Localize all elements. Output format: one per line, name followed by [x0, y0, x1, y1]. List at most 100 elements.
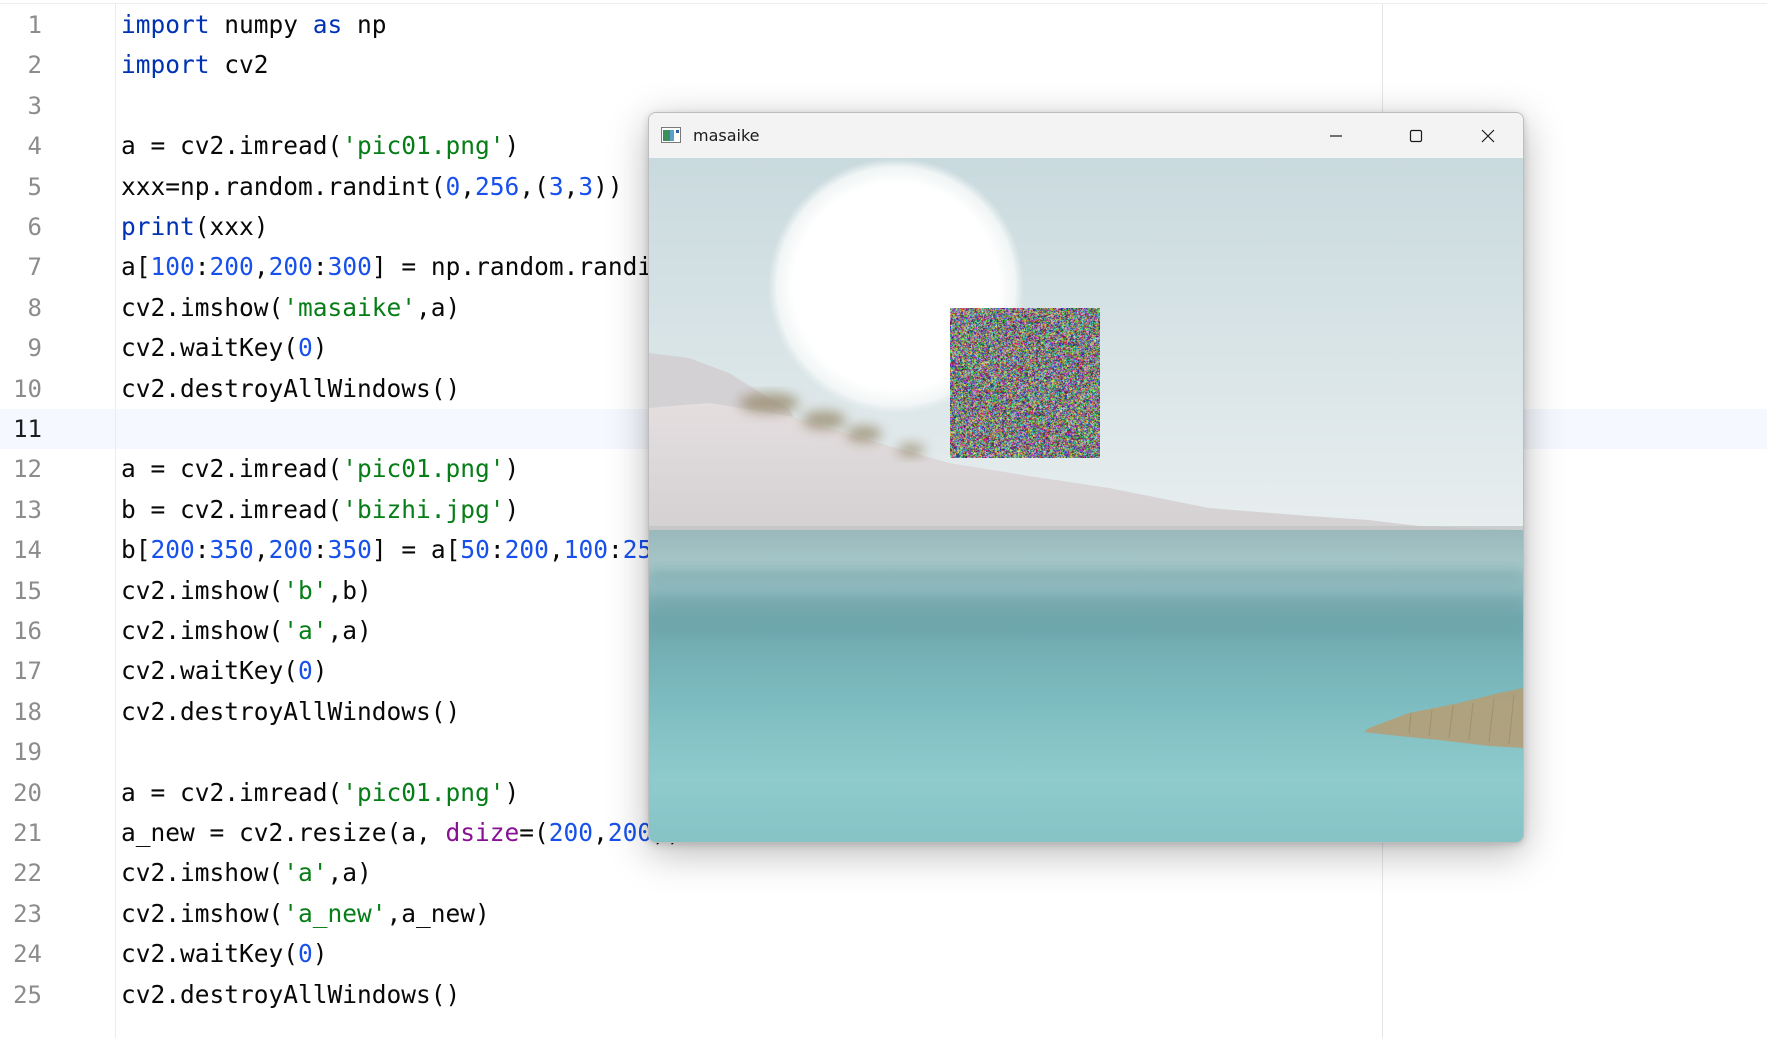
code-token: ,a) — [327, 858, 372, 888]
line-number: 5 — [27, 172, 42, 201]
code-token: 0 — [298, 333, 313, 363]
code-token: : — [312, 535, 328, 565]
code-token: , — [593, 818, 608, 847]
code-token: ) — [312, 333, 328, 363]
code-token: cv2.imshow( — [121, 898, 284, 928]
code-text[interactable]: cv2.imshow('a_new',a_new) — [121, 894, 490, 934]
code-text[interactable]: a = cv2.imread('pic01.png') — [121, 126, 519, 166]
random-noise-patch — [950, 308, 1100, 458]
code-token: 3 — [578, 171, 594, 201]
code-text[interactable]: cv2.destroyAllWindows() — [121, 692, 460, 732]
code-text[interactable]: import cv2 — [121, 45, 269, 85]
code-token: as — [312, 10, 343, 39]
opencv-window[interactable]: masaike — [648, 112, 1524, 843]
code-line[interactable]: 23 cv2.imshow('a_new',a_new) — [0, 894, 1767, 934]
minimize-button[interactable] — [1301, 113, 1371, 158]
code-text[interactable]: import numpy as np — [121, 5, 387, 45]
code-token: 100 — [150, 252, 195, 282]
code-text[interactable]: cv2.waitKey(0) — [121, 934, 328, 974]
line-number: 6 — [27, 213, 42, 241]
line-number: 23 — [13, 899, 42, 928]
code-token: numpy — [209, 10, 313, 39]
code-text[interactable]: b = cv2.imread('bizhi.jpg') — [121, 490, 519, 530]
code-token: np — [342, 10, 387, 39]
line-number: 8 — [27, 293, 42, 322]
code-token: ) — [312, 939, 328, 969]
editor-top-border — [0, 3, 1767, 4]
code-token: cv2.destroyAllWindows() — [121, 696, 461, 726]
code-token: , — [253, 535, 269, 565]
code-token: (xxx) — [194, 212, 269, 241]
code-token: 'a' — [283, 616, 328, 645]
line-number: 9 — [27, 334, 42, 363]
code-token: 200 — [268, 252, 313, 282]
code-token: 'bizhi.jpg' — [342, 494, 505, 524]
code-token: 200 — [504, 535, 549, 565]
code-token: 350 — [209, 535, 254, 565]
code-token: 'pic01.png' — [342, 454, 505, 484]
code-token: a_new = cv2.resize(a, — [121, 818, 446, 847]
code-token: 'pic01.png' — [342, 777, 505, 807]
code-text[interactable]: cv2.imshow('b',b) — [121, 571, 372, 611]
code-token: =( — [519, 818, 549, 847]
code-token: cv2.imshow( — [121, 858, 284, 888]
code-token: ) — [504, 777, 520, 807]
code-token: , — [460, 171, 476, 201]
code-token: ) — [504, 454, 520, 484]
maximize-button[interactable] — [1381, 113, 1451, 158]
window-title: masaike — [693, 126, 760, 145]
code-text[interactable]: print(xxx) — [121, 207, 269, 247]
line-number: 18 — [13, 697, 42, 726]
code-text[interactable]: cv2.destroyAllWindows() — [121, 975, 460, 1015]
code-token: 'a' — [283, 858, 328, 888]
code-token: : — [312, 252, 328, 282]
code-text[interactable]: a_new = cv2.resize(a, dsize=(200,200)) — [121, 813, 682, 853]
code-text[interactable]: cv2.imshow('a',a) — [121, 853, 372, 893]
code-token: ) — [504, 494, 520, 524]
code-token: 'a_new' — [283, 898, 387, 928]
code-line[interactable]: 22 cv2.imshow('a',a) — [0, 853, 1767, 893]
line-number: 22 — [13, 859, 42, 888]
code-line[interactable]: 25 cv2.destroyAllWindows() — [0, 975, 1767, 1015]
code-token: 0 — [298, 939, 313, 969]
line-number: 20 — [13, 778, 42, 807]
code-token: : — [607, 535, 623, 565]
code-token: import — [121, 50, 210, 80]
code-token: ] = np.random.randint — [371, 252, 682, 282]
code-token: , — [548, 535, 564, 565]
code-token: 0 — [445, 171, 461, 201]
line-number: 16 — [13, 617, 42, 645]
code-text[interactable]: cv2.destroyAllWindows() — [121, 369, 460, 409]
code-text[interactable]: cv2.imshow('masaike',a) — [121, 288, 460, 328]
code-token: 256 — [475, 171, 520, 201]
code-token: ,a_new) — [386, 898, 490, 928]
code-token: cv2.imshow( — [121, 616, 284, 645]
code-token: 200 — [548, 818, 594, 847]
code-text[interactable]: b[200:350,200:350] = a[50:200,100:250] — [121, 530, 682, 570]
line-number: 14 — [13, 536, 42, 565]
code-text[interactable]: cv2.imshow('a',a) — [121, 611, 372, 651]
code-token: , — [563, 171, 579, 201]
minimize-icon — [1330, 134, 1342, 137]
code-line[interactable]: 1 import numpy as np — [0, 5, 1767, 45]
close-button[interactable] — [1453, 113, 1523, 158]
code-line[interactable]: 24 cv2.waitKey(0) — [0, 934, 1767, 974]
line-number: 12 — [13, 455, 42, 484]
code-text[interactable]: cv2.waitKey(0) — [121, 328, 328, 368]
code-token: ,( — [519, 171, 549, 201]
code-token: : — [194, 535, 210, 565]
code-line[interactable]: 2 import cv2 — [0, 45, 1767, 85]
window-titlebar[interactable]: masaike — [649, 113, 1523, 158]
code-text[interactable]: a = cv2.imread('pic01.png') — [121, 449, 519, 489]
code-token: cv2 — [209, 50, 269, 80]
code-text[interactable]: xxx=np.random.randint(0,256,(3,3)) — [121, 167, 623, 207]
code-text[interactable]: a = cv2.imread('pic01.png') — [121, 773, 519, 813]
code-token: 'b' — [283, 575, 328, 605]
code-token: cv2.waitKey( — [121, 333, 299, 363]
line-number: 17 — [13, 657, 42, 686]
code-token: a = cv2.imread( — [121, 131, 343, 161]
code-token: ,b) — [327, 575, 372, 605]
code-token: b[ — [121, 535, 151, 565]
code-text[interactable]: a[100:200,200:300] = np.random.randint — [121, 247, 682, 287]
code-text[interactable]: cv2.waitKey(0) — [121, 651, 328, 691]
